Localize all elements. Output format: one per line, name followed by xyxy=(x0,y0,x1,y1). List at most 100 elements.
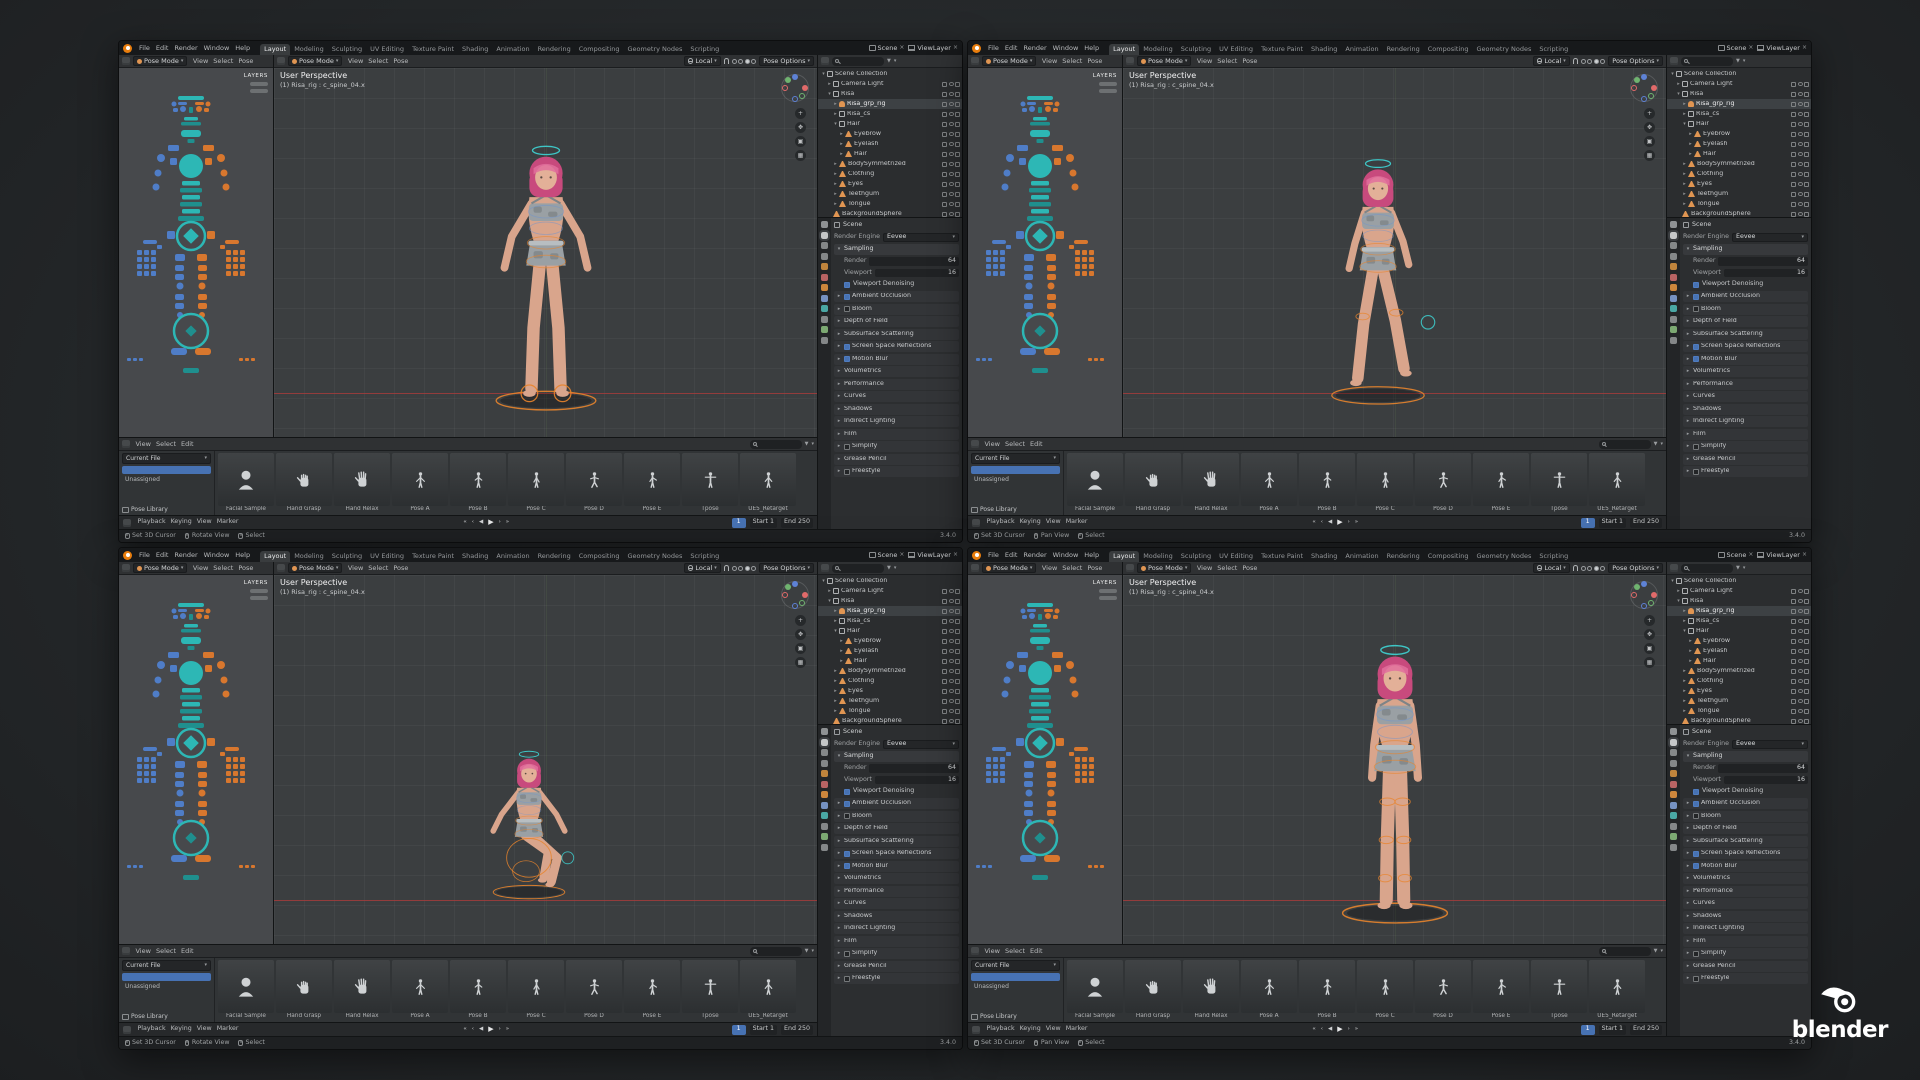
panel-motion-blur[interactable]: ▸Motion Blur xyxy=(834,861,959,872)
selectability-toggle[interactable] xyxy=(1791,132,1796,137)
timeline-menus-marker[interactable]: Marker xyxy=(1063,519,1090,525)
character-figure[interactable] xyxy=(1282,153,1474,405)
asset-search-input[interactable] xyxy=(1599,947,1651,956)
workspace-tab-sculpting[interactable]: Sculpting xyxy=(328,44,366,56)
chevron-down-icon[interactable]: ▾ xyxy=(894,566,897,571)
end-frame-field[interactable]: End 250 xyxy=(781,518,813,528)
selectability-toggle[interactable] xyxy=(1791,172,1796,177)
disclosure-icon[interactable]: ▸ xyxy=(832,689,839,694)
scene-unlink-icon[interactable]: × xyxy=(899,552,904,558)
camera-view-icon[interactable]: ▣ xyxy=(1644,136,1655,147)
outliner-row[interactable]: ▸Hair xyxy=(1667,656,1811,666)
outliner-row[interactable]: ▸Teethgum xyxy=(1667,696,1811,706)
hide-render-toggle[interactable] xyxy=(955,619,960,624)
workspace-tab-geometry-nodes[interactable]: Geometry Nodes xyxy=(624,551,687,563)
axis-z-dot[interactable] xyxy=(1641,581,1647,587)
disclosure-icon[interactable]: ▸ xyxy=(1687,142,1694,147)
workspace-tab-modeling[interactable]: Modeling xyxy=(1139,44,1177,56)
axis-z-dot[interactable] xyxy=(792,581,798,587)
workspace-tab-uv-editing[interactable]: UV Editing xyxy=(1215,44,1257,56)
mode-select[interactable]: Pose Mode ▾ xyxy=(288,563,342,573)
selectability-toggle[interactable] xyxy=(1791,639,1796,644)
asset-thumb[interactable]: Pose A xyxy=(392,453,448,513)
disclosure-icon[interactable]: ▾ xyxy=(1681,629,1688,634)
hide-render-toggle[interactable] xyxy=(1804,719,1809,724)
selectability-toggle[interactable] xyxy=(942,639,947,644)
hide-render-toggle[interactable] xyxy=(955,689,960,694)
disclosure-icon[interactable]: ▸ xyxy=(1675,82,1682,87)
editor-type-icon[interactable] xyxy=(971,947,979,955)
panel-checkbox[interactable] xyxy=(844,344,850,350)
panel-motion-blur[interactable]: ▸Motion Blur xyxy=(834,354,959,365)
hide-viewport-toggle[interactable] xyxy=(949,112,954,116)
properties-tab[interactable] xyxy=(1670,253,1677,260)
outliner-row[interactable]: ▸Eyelash xyxy=(818,646,962,656)
selectability-toggle[interactable] xyxy=(942,92,947,97)
menu-file[interactable]: File xyxy=(985,45,1002,52)
outliner-row[interactable]: ▾Scene Collection xyxy=(818,69,962,79)
timeline-menus-marker[interactable]: Marker xyxy=(1063,1026,1090,1032)
asset-menus-view[interactable]: View xyxy=(133,948,153,955)
workspace-tab-modeling[interactable]: Modeling xyxy=(290,551,328,563)
hide-render-toggle[interactable] xyxy=(955,92,960,97)
asset-thumb[interactable]: Pose D xyxy=(566,453,622,513)
selectability-toggle[interactable] xyxy=(1791,82,1796,87)
outliner-row[interactable]: ▸Eyebrow xyxy=(1667,129,1811,139)
workspace-tab-layout[interactable]: Layout xyxy=(1109,44,1139,56)
viewport-menus-select[interactable]: Select xyxy=(1215,58,1240,65)
hide-render-toggle[interactable] xyxy=(955,162,960,167)
hide-viewport-toggle[interactable] xyxy=(949,689,954,693)
hide-viewport-toggle[interactable] xyxy=(949,142,954,146)
hide-render-toggle[interactable] xyxy=(955,202,960,207)
prev-keyframe-button[interactable]: ‹ xyxy=(470,1027,475,1033)
panel-volumetrics[interactable]: ▸Volumetrics xyxy=(834,873,959,884)
current-frame-field[interactable]: 1 xyxy=(732,1025,746,1035)
panel-depth-of-field[interactable]: ▸Depth of Field xyxy=(1683,316,1808,327)
menu-render[interactable]: Render xyxy=(1020,45,1049,52)
disclosure-icon[interactable]: ▸ xyxy=(1681,182,1688,187)
camera-view-icon[interactable]: ▣ xyxy=(1644,643,1655,654)
panel-checkbox[interactable] xyxy=(844,306,850,312)
hide-viewport-toggle[interactable] xyxy=(949,172,954,176)
jump-to-start-button[interactable]: « xyxy=(462,520,468,526)
editor-type-icon[interactable] xyxy=(1670,564,1678,572)
asset-menus-select[interactable]: Select xyxy=(153,948,178,955)
panel-film[interactable]: ▸Film xyxy=(834,429,959,440)
asset-thumb[interactable]: Pose B xyxy=(450,960,506,1020)
outliner-row[interactable]: BackgroundSphere xyxy=(1667,209,1811,218)
picker-mode-select[interactable]: Pose Mode ▾ xyxy=(133,563,187,573)
hide-render-toggle[interactable] xyxy=(955,132,960,137)
hide-render-toggle[interactable] xyxy=(955,82,960,87)
asset-menus-select[interactable]: Select xyxy=(153,441,178,448)
asset-thumb[interactable]: UE5_Retarget xyxy=(740,960,796,1020)
asset-menus-edit[interactable]: Edit xyxy=(179,441,197,448)
asset-menus-select[interactable]: Select xyxy=(1002,948,1027,955)
scene-unlink-icon[interactable]: × xyxy=(1748,552,1753,558)
selectability-toggle[interactable] xyxy=(1791,589,1796,594)
workspace-tab-scripting[interactable]: Scripting xyxy=(1535,44,1572,56)
pose-options-button[interactable]: Pose Options ▾ xyxy=(1608,56,1663,66)
3d-viewport[interactable]: User Perspective (1) Risa_rig : c_spine_… xyxy=(274,68,817,437)
workspace-tab-animation[interactable]: Animation xyxy=(1341,44,1382,56)
outliner-search-input[interactable] xyxy=(832,564,884,573)
asset-search-input[interactable] xyxy=(750,440,802,449)
panel-indirect-lighting[interactable]: ▸Indirect Lighting xyxy=(834,416,959,427)
render-engine-select[interactable]: Eevee ▾ xyxy=(883,740,959,749)
view-layer-remove-icon[interactable]: × xyxy=(1802,552,1807,558)
properties-tab[interactable] xyxy=(1670,791,1677,798)
hide-render-toggle[interactable] xyxy=(1804,679,1809,684)
hide-viewport-toggle[interactable] xyxy=(1798,589,1803,593)
viewport-denoising-checkbox[interactable] xyxy=(844,789,850,795)
asset-catalog-unassigned[interactable]: Unassigned xyxy=(122,983,211,991)
asset-catalog-unassigned[interactable]: Unassigned xyxy=(122,476,211,484)
outliner-row[interactable]: ▸Hair xyxy=(1667,149,1811,159)
panel-screen-space-reflections[interactable]: ▸Screen Space Reflections xyxy=(1683,848,1808,859)
editor-type-icon[interactable] xyxy=(1670,57,1678,65)
panel-checkbox[interactable] xyxy=(1693,356,1699,362)
selectability-toggle[interactable] xyxy=(942,619,947,624)
selectability-toggle[interactable] xyxy=(942,599,947,604)
properties-tab[interactable] xyxy=(1670,221,1677,228)
workspace-tab-geometry-nodes[interactable]: Geometry Nodes xyxy=(1473,551,1536,563)
rig-picker-viewport[interactable]: LAYERS xyxy=(119,575,273,944)
panel-checkbox[interactable] xyxy=(1693,813,1699,819)
